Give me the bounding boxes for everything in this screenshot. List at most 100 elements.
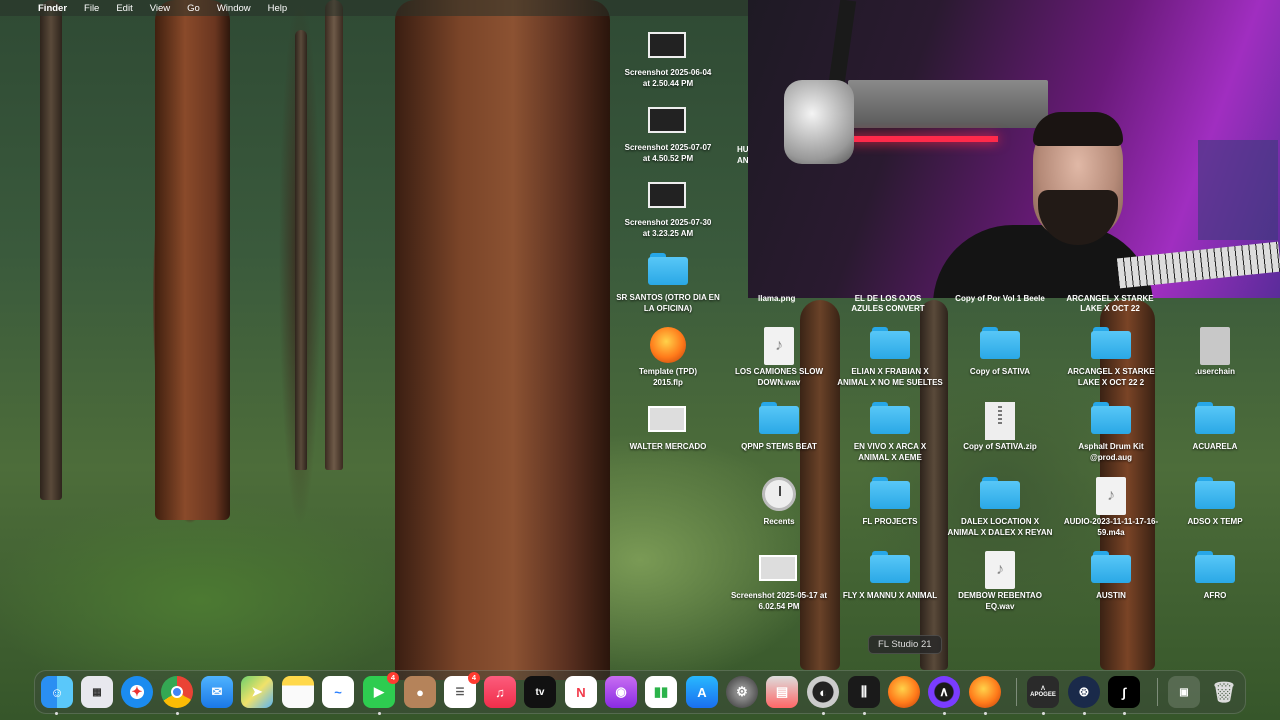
desktop-folder[interactable]: FLY X MANNU X ANIMAL xyxy=(835,551,945,602)
freeform-icon[interactable]: ~ xyxy=(322,676,354,708)
folder-icon xyxy=(870,402,910,438)
screenshot-thumbnail-icon xyxy=(648,28,688,64)
webcam-overlay xyxy=(748,0,1280,298)
fl-studio-21-icon[interactable] xyxy=(888,676,920,708)
studio-rack xyxy=(848,80,1048,128)
menu-go[interactable]: Go xyxy=(187,3,200,14)
led-strip xyxy=(848,136,998,142)
screenshot-thumbnail-icon xyxy=(648,103,688,139)
pro-tools-icon[interactable]: ∧ xyxy=(928,676,960,708)
desktop-folder[interactable]: ADSO X TEMP xyxy=(1160,477,1270,528)
desktop-file-audio[interactable]: ♪ AUDIO-2023-11-11-17-16- 59.m4a xyxy=(1056,477,1166,538)
audio-file-icon: ♪ xyxy=(759,327,799,365)
tree-trunk xyxy=(155,0,230,520)
audio-file-icon: ♪ xyxy=(1091,477,1131,515)
clipped-labels: llama.png EL DE LOS OJOS AZULES CONVERT … xyxy=(758,294,1154,313)
desktop-folder[interactable]: Asphalt Drum Kit @prod.aug xyxy=(1056,402,1166,463)
mixer-icon[interactable]: ⫼ xyxy=(848,676,880,708)
dock-tooltip: FL Studio 21 xyxy=(868,635,942,654)
folder-icon xyxy=(870,327,910,363)
zip-file-icon xyxy=(980,402,1020,440)
tree-trunk xyxy=(325,0,343,470)
podcasts-icon[interactable]: ◉ xyxy=(605,676,637,708)
reminders-icon[interactable]: ☰ 4 xyxy=(444,672,480,708)
chrome-icon[interactable] xyxy=(161,676,193,708)
screenshot-thumbnail-icon xyxy=(648,178,688,214)
menu-help[interactable]: Help xyxy=(268,3,288,14)
desktop-folder[interactable]: AUSTIN xyxy=(1056,551,1166,602)
menu-finder[interactable]: Finder xyxy=(38,3,67,14)
menu-edit[interactable]: Edit xyxy=(116,3,132,14)
desktop-folder[interactable]: ELIAN X FRABIAN X ANIMAL X NO ME SUELTES xyxy=(835,327,945,388)
desktop-folder[interactable]: ACUARELA xyxy=(1160,402,1270,453)
document-icon xyxy=(1195,327,1235,365)
desktop-file[interactable]: WALTER MERCADO xyxy=(613,402,723,453)
desktop-folder[interactable]: FL PROJECTS xyxy=(835,477,945,528)
tv-icon[interactable]: tv xyxy=(524,676,556,708)
apogee-icon[interactable]: Λ APOGEE xyxy=(1027,676,1059,708)
folder-icon xyxy=(1195,477,1235,513)
desktop-file-zip[interactable]: Copy of SATIVA.zip xyxy=(945,402,1055,453)
menu-view[interactable]: View xyxy=(150,3,170,14)
desktop-recents[interactable]: Recents xyxy=(724,477,834,528)
desktop-folder[interactable]: AFRO xyxy=(1160,551,1270,602)
folder-icon xyxy=(648,253,688,289)
folder-icon xyxy=(1091,551,1131,587)
desktop-file-screenshot[interactable]: Screenshot 2025-06-04 at 2.50.44 PM xyxy=(613,28,723,89)
logic-icon[interactable]: ◐ xyxy=(807,676,839,708)
audio-file-icon: ♪ xyxy=(980,551,1020,589)
menu-file[interactable]: File xyxy=(84,3,99,14)
mail-icon[interactable]: ✉ xyxy=(201,676,233,708)
settings-wheel-icon[interactable]: ⊛ xyxy=(1068,676,1100,708)
clock-icon xyxy=(759,477,799,513)
document-icon xyxy=(648,402,688,438)
downloads-stack-icon[interactable]: ▣ xyxy=(1168,676,1200,708)
folder-icon xyxy=(759,402,799,438)
desktop-folder[interactable]: QPNP STEMS BEAT xyxy=(724,402,834,453)
desktop-folder[interactable]: DALEX LOCATION X ANIMAL X DALEX X REYAN xyxy=(945,477,1055,538)
desktop-folder[interactable]: ARCANGEL X STARKE LAKE X OCT 22 2 xyxy=(1056,327,1166,388)
folder-icon xyxy=(1091,327,1131,363)
desktop-file-screenshot[interactable]: Screenshot 2025-05-17 at 6.02.54 PM xyxy=(724,551,834,612)
desktop-file-screenshot[interactable]: Screenshot 2025-07-30 at 3.23.25 AM xyxy=(613,178,723,239)
folder-icon xyxy=(980,477,1020,513)
folder-icon xyxy=(1195,551,1235,587)
folder-icon xyxy=(870,551,910,587)
desktop-folder[interactable]: Copy of SATIVA xyxy=(945,327,1055,378)
system-settings-icon[interactable]: ⚙ xyxy=(726,676,758,708)
menu-window[interactable]: Window xyxy=(217,3,251,14)
numbers-icon[interactable]: ▮▮ xyxy=(645,676,677,708)
splice-icon[interactable]: ∫ xyxy=(1108,676,1140,708)
safari-icon[interactable]: ✦ xyxy=(121,676,153,708)
sequoia-trunk xyxy=(395,0,610,680)
desktop-file-audio[interactable]: ♪ LOS CAMIONES SLOW DOWN.wav xyxy=(724,327,834,388)
news-icon[interactable]: N xyxy=(565,676,597,708)
fl-studio-icon[interactable] xyxy=(969,676,1001,708)
notes-icon[interactable] xyxy=(282,676,314,708)
dock-separator xyxy=(1016,678,1017,706)
desktop-file-screenshot[interactable]: Screenshot 2025-07-07 at 4.50.52 PM xyxy=(613,103,723,164)
music-icon[interactable]: ♫ xyxy=(484,676,516,708)
desktop-folder[interactable]: SR SANTOS (OTRO DIA EN LA OFICINA) xyxy=(613,253,723,314)
fl-studio-file-icon xyxy=(648,327,688,363)
finder-icon[interactable]: ☺ xyxy=(41,676,73,708)
folder-icon xyxy=(980,327,1020,363)
dock-separator xyxy=(1157,678,1158,706)
desktop-file[interactable]: .userchain xyxy=(1160,327,1270,378)
app-store-icon[interactable]: A xyxy=(686,676,718,708)
desktop-file-audio[interactable]: ♪ DEMBOW REBENTAO EQ.wav xyxy=(945,551,1055,612)
desktop-file-flp[interactable]: Template (TPD) 2015.flp xyxy=(613,327,723,388)
contacts-icon[interactable]: ● xyxy=(404,676,436,708)
maps-icon[interactable]: ➤ xyxy=(241,676,273,708)
preview-icon[interactable]: ▤ xyxy=(766,676,798,708)
folder-icon xyxy=(1195,402,1235,438)
launchpad-icon[interactable]: ▦ xyxy=(81,676,113,708)
facetime-icon[interactable]: ▶ 4 xyxy=(363,672,399,708)
desktop-folder[interactable]: EN VIVO X ARCA X ANIMAL X AEME xyxy=(835,402,945,463)
tree-trunk xyxy=(295,30,307,470)
trash-icon[interactable]: 🗑 xyxy=(1208,676,1240,708)
microphone xyxy=(784,80,854,164)
folder-icon xyxy=(870,477,910,513)
screenshot-thumbnail-icon xyxy=(759,551,799,587)
keyboard xyxy=(1116,241,1280,289)
